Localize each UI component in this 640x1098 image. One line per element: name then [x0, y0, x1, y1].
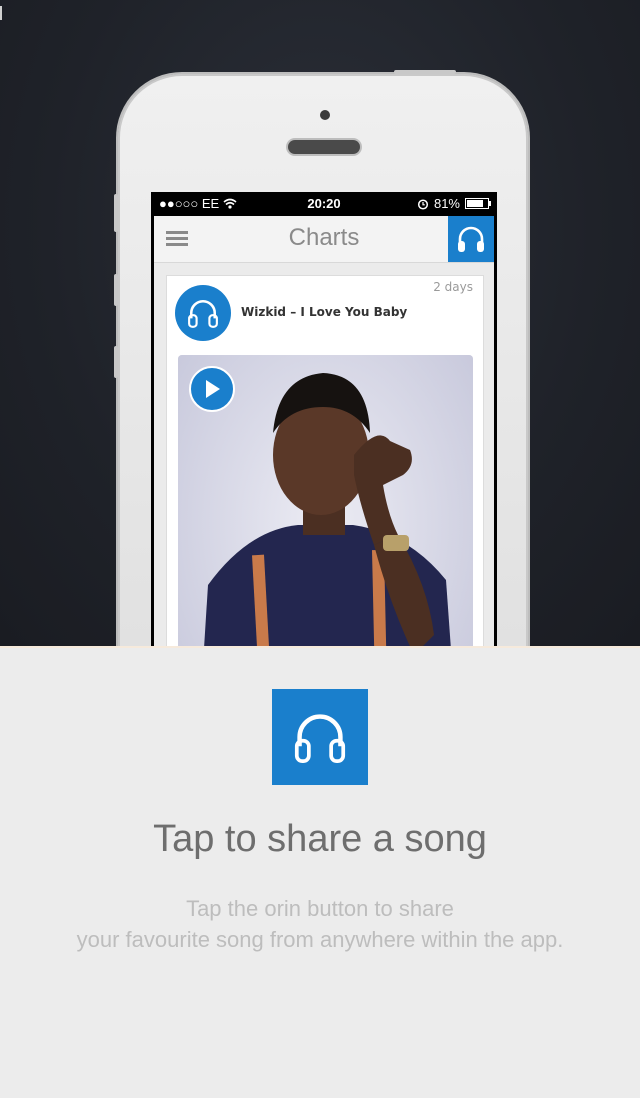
onboarding-headline: Tap to share a song [153, 818, 487, 860]
post-timestamp: 2 days [433, 280, 473, 294]
navbar: Charts [154, 216, 494, 263]
avatar[interactable] [175, 285, 231, 341]
headphones-icon [294, 714, 346, 763]
orin-share-button[interactable] [448, 216, 494, 262]
headphones-icon [458, 226, 484, 252]
backdrop: ●●○○○ EE 20:20 81% Charts 2 days Wizkid … [0, 0, 640, 646]
phone-frame: ●●○○○ EE 20:20 81% Charts 2 days Wizkid … [114, 70, 528, 646]
battery-percent: 81% [433, 196, 460, 211]
album-artwork[interactable] [178, 355, 473, 646]
battery-fill [467, 200, 483, 207]
orin-logo [272, 689, 368, 785]
onboarding-panel: Tap to share a song Tap the orin button … [0, 646, 640, 1098]
alarm-icon [417, 198, 429, 210]
onboarding-description: Tap the orin button to share your favour… [0, 893, 640, 955]
page-title: Charts [288, 224, 360, 251]
app-view: Charts 2 days Wizkid – I Love You Baby [154, 216, 494, 646]
song-post-card[interactable]: 2 days Wizkid – I Love You Baby [166, 275, 484, 646]
status-bar: ●●○○○ EE 20:20 81% [151, 192, 497, 216]
mute-switch [114, 194, 118, 232]
description-line-2: your favourite song from anywhere within… [76, 927, 564, 952]
play-icon [206, 380, 220, 398]
edge-mark [0, 6, 2, 20]
song-title[interactable]: Wizkid – I Love You Baby [241, 305, 407, 319]
earpiece-speaker [288, 140, 360, 154]
headphones-icon [188, 300, 218, 328]
front-camera [320, 110, 330, 120]
play-button[interactable] [189, 366, 235, 412]
volume-down-button [114, 346, 118, 378]
description-line-1: Tap the orin button to share [186, 896, 454, 921]
power-button [394, 70, 456, 74]
phone-screen: ●●○○○ EE 20:20 81% Charts 2 days Wizkid … [151, 192, 497, 646]
volume-up-button [114, 274, 118, 306]
battery-icon [465, 198, 491, 209]
